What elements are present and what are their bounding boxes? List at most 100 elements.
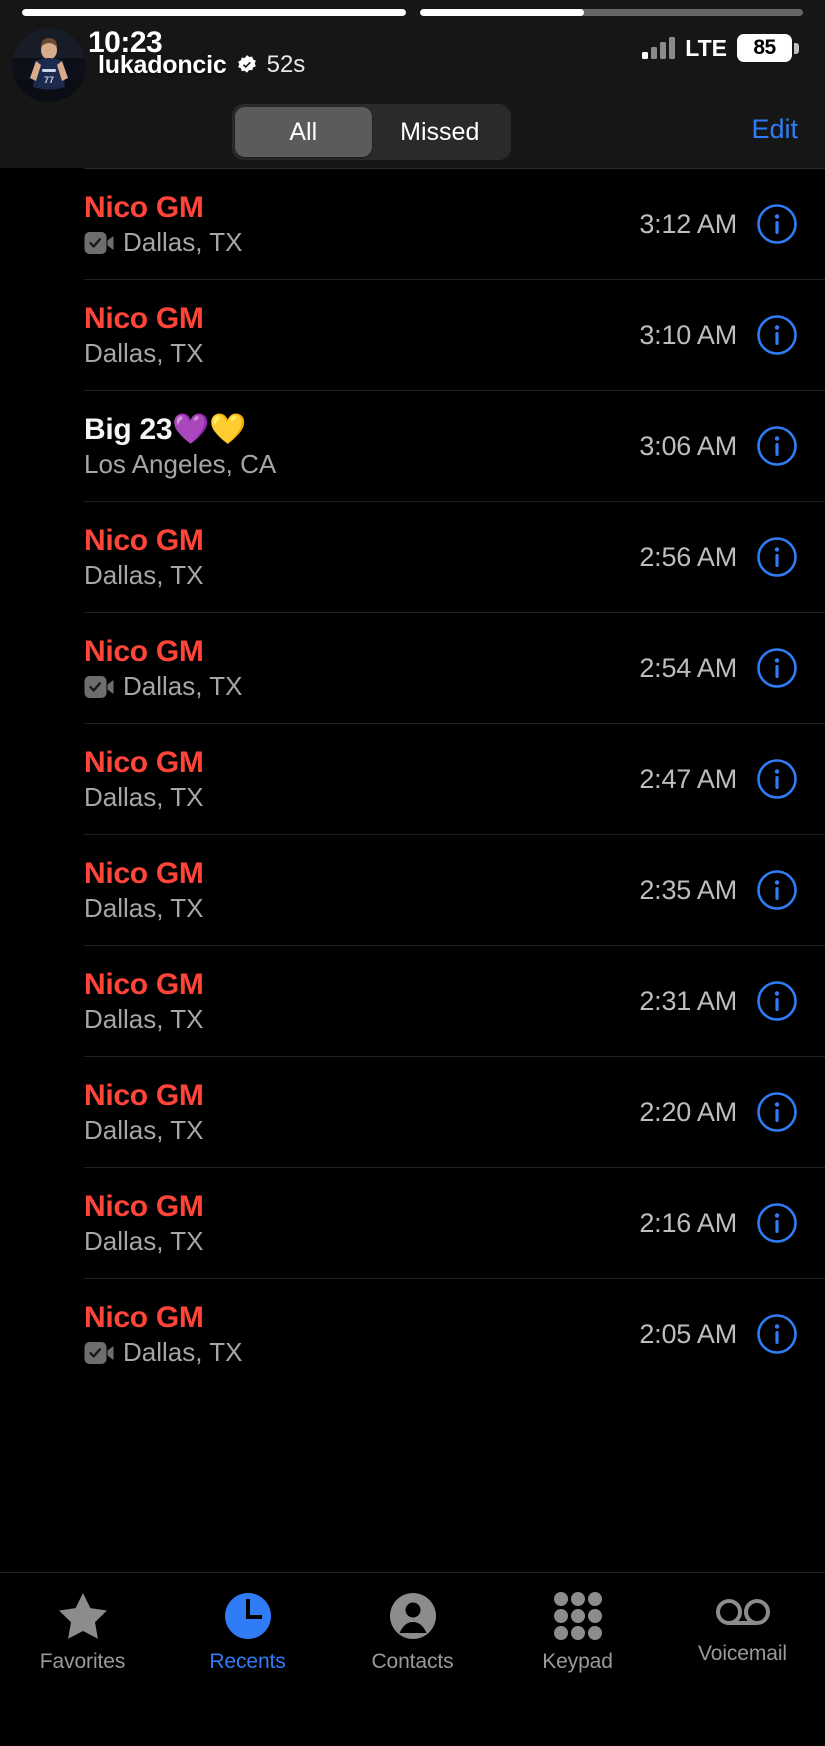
video-call-icon [84, 231, 114, 254]
segment-all[interactable]: All [235, 107, 372, 157]
call-list-row[interactable]: Nico GM Dallas, TX 2:56 AM [84, 501, 825, 612]
call-row-meta: 3:06 AM [639, 425, 798, 467]
edit-button[interactable]: Edit [751, 114, 798, 145]
info-circle-icon[interactable] [756, 314, 798, 356]
call-time: 3:10 AM [639, 319, 737, 350]
tab-favorites[interactable]: Favorites [0, 1591, 165, 1674]
call-location: Dallas, TX [84, 782, 204, 813]
call-list-row[interactable]: Nico GM Dallas, TX 2:35 AM [84, 834, 825, 945]
call-list-row[interactable]: Nico GM Dallas, TX 2:05 AM [84, 1278, 825, 1389]
status-bar-indicators: LTE 85 [642, 34, 799, 62]
info-circle-icon[interactable] [756, 647, 798, 689]
info-circle-icon[interactable] [756, 203, 798, 245]
caller-name: Nico GM [84, 1189, 204, 1223]
call-row-meta: 2:05 AM [639, 1313, 798, 1355]
caller-name: Nico GM [84, 1078, 204, 1112]
cellular-signal-icon [642, 37, 676, 59]
tab-label: Keypad [542, 1650, 613, 1673]
avatar[interactable]: 77 [12, 28, 86, 102]
voicemail-icon [715, 1599, 770, 1625]
call-row-text: Nico GM Dallas, TX [84, 745, 639, 814]
call-row-text: Nico GM Dallas, TX [84, 301, 639, 370]
keypad-icon [553, 1592, 602, 1640]
call-location: Dallas, TX [84, 1115, 204, 1146]
call-list-row[interactable]: Nico GM Dallas, TX 2:16 AM [84, 1167, 825, 1278]
tab-label: Voicemail [698, 1642, 787, 1665]
segment-missed[interactable]: Missed [372, 107, 509, 157]
tab-recents[interactable]: Recents [165, 1591, 330, 1674]
call-location: Dallas, TX [123, 671, 243, 702]
tab-label: Favorites [39, 1650, 126, 1673]
call-subtitle: Dallas, TX [84, 1115, 639, 1146]
info-circle-icon[interactable] [756, 1313, 798, 1355]
call-location: Dallas, TX [84, 1226, 204, 1257]
caller-name: Nico GM [84, 967, 204, 1001]
story-progress-segment [22, 9, 406, 16]
call-filter-segmented-control[interactable]: All Missed [232, 104, 511, 160]
call-list-row[interactable]: Nico GM Dallas, TX 2:20 AM [84, 1056, 825, 1167]
story-progress-fill [22, 9, 406, 16]
call-list-row[interactable]: Nico GM Dallas, TX 2:31 AM [84, 945, 825, 1056]
info-circle-icon[interactable] [756, 869, 798, 911]
recents-call-list[interactable]: Nico GM Dallas, TX 3:12 AM Nico GM Dallas, T… [0, 168, 825, 1572]
tab-contacts[interactable]: Contacts [330, 1591, 495, 1674]
info-circle-icon[interactable] [756, 536, 798, 578]
call-time: 3:12 AM [639, 208, 737, 239]
info-circle-icon[interactable] [756, 425, 798, 467]
call-row-meta: 2:31 AM [639, 980, 798, 1022]
tab-keypad[interactable]: Keypad [495, 1591, 660, 1674]
tab-voicemail[interactable]: Voicemail [660, 1591, 825, 1666]
call-row-meta: 2:35 AM [639, 869, 798, 911]
status-bar-clock: 10:23 [88, 26, 163, 59]
call-list-row[interactable]: Big 23💜💛 Los Angeles, CA 3:06 AM [84, 390, 825, 501]
call-list-row[interactable]: Nico GM Dallas, TX 2:47 AM [84, 723, 825, 834]
call-time: 2:56 AM [639, 541, 737, 572]
call-row-text: Nico GM Dallas, TX [84, 1189, 639, 1258]
call-time: 2:54 AM [639, 652, 737, 683]
carrier-label: LTE [685, 34, 727, 61]
call-list-row[interactable]: Nico GM Dallas, TX 3:10 AM [84, 279, 825, 390]
call-subtitle: Dallas, TX [84, 227, 639, 258]
call-row-meta: 2:47 AM [639, 758, 798, 800]
call-location: Dallas, TX [84, 1004, 204, 1035]
call-row-meta: 3:12 AM [639, 203, 798, 245]
call-list-row[interactable]: Nico GM Dallas, TX 3:12 AM [84, 168, 825, 279]
call-row-text: Nico GM Dallas, TX [84, 1300, 639, 1369]
call-location: Dallas, TX [84, 893, 204, 924]
info-circle-icon[interactable] [756, 758, 798, 800]
call-row-text: Nico GM Dallas, TX [84, 190, 639, 259]
call-row-text: Big 23💜💛 Los Angeles, CA [84, 412, 639, 481]
info-circle-icon[interactable] [756, 1091, 798, 1133]
clock-icon [224, 1593, 271, 1639]
story-progress-fill [419, 9, 585, 16]
call-time: 3:06 AM [639, 430, 737, 461]
call-row-meta: 2:16 AM [639, 1202, 798, 1244]
call-row-text: Nico GM Dallas, TX [84, 523, 639, 592]
call-row-text: Nico GM Dallas, TX [84, 1078, 639, 1147]
tab-label: Recents [209, 1650, 286, 1673]
video-call-icon [84, 1341, 114, 1364]
call-time: 2:16 AM [639, 1207, 737, 1238]
call-location: Los Angeles, CA [84, 449, 277, 480]
call-row-meta: 2:20 AM [639, 1091, 798, 1133]
person-icon [389, 1593, 436, 1639]
caller-name: Nico GM [84, 1300, 204, 1334]
call-subtitle: Dallas, TX [84, 338, 639, 369]
story-progress-segment [419, 9, 803, 16]
caller-name: Nico GM [84, 745, 204, 779]
call-subtitle: Dallas, TX [84, 560, 639, 591]
call-time: 2:20 AM [639, 1096, 737, 1127]
caller-name: Nico GM [84, 190, 204, 224]
info-circle-icon[interactable] [756, 980, 798, 1022]
call-time: 2:47 AM [639, 763, 737, 794]
call-list-row[interactable]: Nico GM Dallas, TX 2:54 AM [84, 612, 825, 723]
story-progress-bars [22, 9, 803, 16]
call-row-text: Nico GM Dallas, TX [84, 967, 639, 1036]
call-location: Dallas, TX [123, 1337, 243, 1368]
call-row-text: Nico GM Dallas, TX [84, 634, 639, 703]
call-location: Dallas, TX [84, 338, 204, 369]
info-circle-icon[interactable] [756, 1202, 798, 1244]
phone-screen: 77 lukadoncic 52s 10:23 LTE 85 All Misse… [0, 0, 825, 1746]
video-call-icon [84, 675, 114, 698]
call-row-meta: 2:56 AM [639, 536, 798, 578]
